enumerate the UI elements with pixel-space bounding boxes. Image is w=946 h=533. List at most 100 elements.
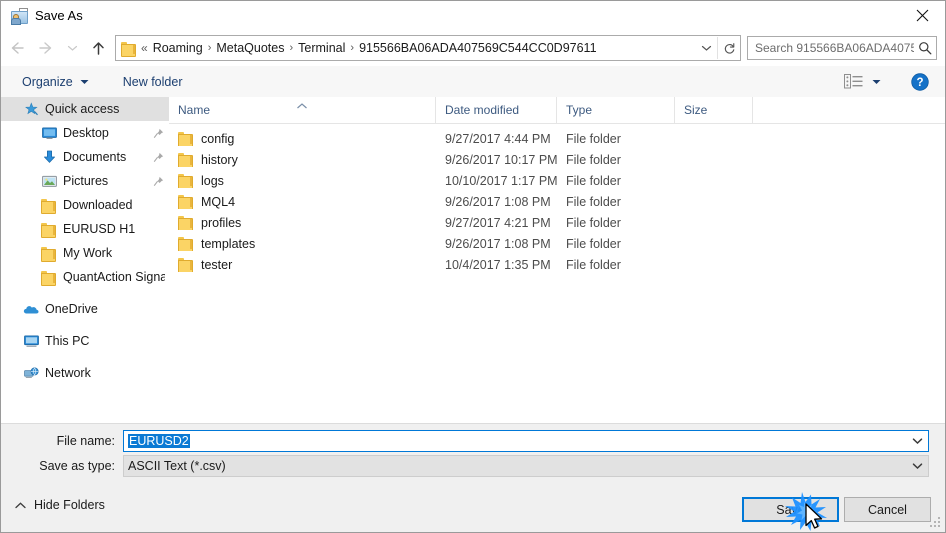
sidebar-item-quantaction-signal[interactable]: QuantAction Signal xyxy=(1,265,169,289)
command-bar: Organize New folder ? xyxy=(1,66,945,98)
folder-icon xyxy=(41,221,57,238)
breadcrumb-separator[interactable]: › xyxy=(206,42,214,54)
caret-up-icon xyxy=(297,98,308,112)
caret-down-icon xyxy=(80,79,89,85)
sidebar-item-label: Documents xyxy=(63,150,127,164)
file-name-label: templates xyxy=(201,236,256,251)
column-header-date-modified[interactable]: Date modified xyxy=(436,97,557,123)
pin-icon[interactable] xyxy=(151,128,165,139)
file-name-label: tester xyxy=(201,257,233,272)
resize-grip[interactable] xyxy=(930,517,942,529)
close-icon xyxy=(916,9,928,22)
table-row[interactable]: MQL4 9/26/2017 1:08 PM File folder xyxy=(169,191,945,212)
cancel-button[interactable]: Cancel xyxy=(844,497,931,522)
file-name-label: logs xyxy=(201,173,224,188)
file-date-cell: 9/27/2017 4:44 PM xyxy=(445,131,551,146)
column-header-name[interactable]: Name xyxy=(169,97,436,123)
table-row[interactable]: history 9/26/2017 10:17 PM File folder xyxy=(169,149,945,170)
sidebar-item-label: Desktop xyxy=(63,126,109,140)
file-name-value: EURUSD2 xyxy=(124,433,906,448)
close-button[interactable] xyxy=(899,1,945,30)
forward-button[interactable] xyxy=(31,33,61,63)
sidebar-item-network[interactable]: Network xyxy=(1,361,169,385)
sidebar-item-pictures[interactable]: Pictures xyxy=(1,169,169,193)
sidebar-item-label: This PC xyxy=(45,334,90,348)
file-type-cell: File folder xyxy=(566,215,621,230)
folder-icon xyxy=(178,258,194,272)
recent-locations-button[interactable] xyxy=(61,33,83,63)
view-controls: ? xyxy=(840,66,945,97)
sidebar-item-my-work[interactable]: My Work xyxy=(1,241,169,265)
save-button[interactable]: Save xyxy=(742,497,839,522)
refresh-icon xyxy=(724,42,734,54)
sidebar-item-downloaded[interactable]: Downloaded xyxy=(1,193,169,217)
arrow-up-icon xyxy=(92,41,104,55)
sidebar-item-label: QuantAction Signal xyxy=(63,270,165,284)
up-button[interactable] xyxy=(83,33,113,63)
table-row[interactable]: profiles 9/27/2017 4:21 PM File folder xyxy=(169,212,945,233)
organize-button[interactable]: Organize xyxy=(15,71,96,93)
breadcrumb-separator[interactable]: › xyxy=(287,42,295,54)
pin-icon[interactable] xyxy=(151,152,165,163)
onedrive-cloud-icon xyxy=(23,301,39,317)
column-header-label: Type xyxy=(566,103,593,117)
table-row[interactable]: tester 10/4/2017 1:35 PM File folder xyxy=(169,254,945,275)
title-bar: Save As xyxy=(1,1,945,30)
breadcrumb-overflow[interactable]: « xyxy=(141,41,150,55)
pictures-icon xyxy=(41,173,57,189)
save-as-dialog: Save As « Roaming › MetaQuotes › Termina… xyxy=(0,0,946,533)
column-header-type[interactable]: Type xyxy=(557,97,675,123)
pin-icon[interactable] xyxy=(151,176,165,187)
breadcrumb-item-guid[interactable]: 915566BA06ADA407569C544CC0D97611 xyxy=(356,41,599,55)
breadcrumb-item-roaming[interactable]: Roaming xyxy=(150,41,206,55)
change-view-button[interactable] xyxy=(840,74,885,89)
hide-folders-label: Hide Folders xyxy=(34,498,105,512)
search-box[interactable]: Search 915566BA06ADA40756... xyxy=(747,36,937,60)
help-button[interactable]: ? xyxy=(911,72,929,91)
save-form: File name: EURUSD2 Save as type: ASCII T… xyxy=(1,423,945,490)
save-as-folder-person-icon xyxy=(11,7,28,25)
breadcrumb-item-terminal[interactable]: Terminal xyxy=(295,41,348,55)
file-name-input[interactable]: EURUSD2 xyxy=(123,429,929,452)
save-as-type-dropdown-button[interactable] xyxy=(906,462,928,470)
table-row[interactable]: templates 9/26/2017 1:08 PM File folder xyxy=(169,233,945,254)
refresh-button[interactable] xyxy=(717,37,740,59)
search-input[interactable]: Search 915566BA06ADA40756... xyxy=(748,41,914,55)
folder-icon xyxy=(41,197,57,214)
address-bar[interactable]: « Roaming › MetaQuotes › Terminal › 9155… xyxy=(115,35,741,61)
search-icon xyxy=(914,41,936,55)
file-type-cell: File folder xyxy=(566,173,621,188)
save-as-type-row: Save as type: ASCII Text (*.csv) xyxy=(1,454,929,477)
column-header-size[interactable]: Size xyxy=(675,97,753,123)
sidebar-item-eurusd-h1[interactable]: EURUSD H1 xyxy=(1,217,169,241)
folder-icon xyxy=(178,216,194,230)
table-row[interactable]: config 9/27/2017 4:44 PM File folder xyxy=(169,128,945,149)
file-name-cell: history xyxy=(169,153,436,167)
save-as-type-select[interactable]: ASCII Text (*.csv) xyxy=(123,454,929,477)
save-as-type-label: Save as type: xyxy=(39,458,115,473)
file-name-dropdown-button[interactable] xyxy=(906,437,928,445)
this-pc-monitor-icon xyxy=(23,333,39,349)
breadcrumb-item-metaquotes[interactable]: MetaQuotes xyxy=(213,41,287,55)
folder-icon xyxy=(178,153,194,167)
column-header-label: Size xyxy=(684,103,708,117)
file-date-cell: 9/26/2017 1:08 PM xyxy=(445,194,551,209)
back-button[interactable] xyxy=(1,33,31,63)
table-row[interactable]: logs 10/10/2017 1:17 PM File folder xyxy=(169,170,945,191)
folder-icon xyxy=(41,269,57,286)
caret-up-icon xyxy=(15,501,26,509)
new-folder-button[interactable]: New folder xyxy=(116,71,190,93)
address-dropdown-button[interactable] xyxy=(695,37,717,59)
sidebar-item-desktop[interactable]: Desktop xyxy=(1,121,169,145)
file-name-row: File name: EURUSD2 xyxy=(1,429,929,452)
hide-folders-button[interactable]: Hide Folders xyxy=(15,498,105,512)
sidebar-item-documents[interactable]: Documents xyxy=(1,145,169,169)
file-name-selected-text: EURUSD2 xyxy=(128,433,190,448)
sidebar-item-quick-access[interactable]: Quick access xyxy=(1,97,169,121)
sidebar-item-label: Network xyxy=(45,366,91,380)
breadcrumb-separator[interactable]: › xyxy=(348,42,356,54)
sidebar-item-this-pc[interactable]: This PC xyxy=(1,329,169,353)
sidebar-item-onedrive[interactable]: OneDrive xyxy=(1,297,169,321)
